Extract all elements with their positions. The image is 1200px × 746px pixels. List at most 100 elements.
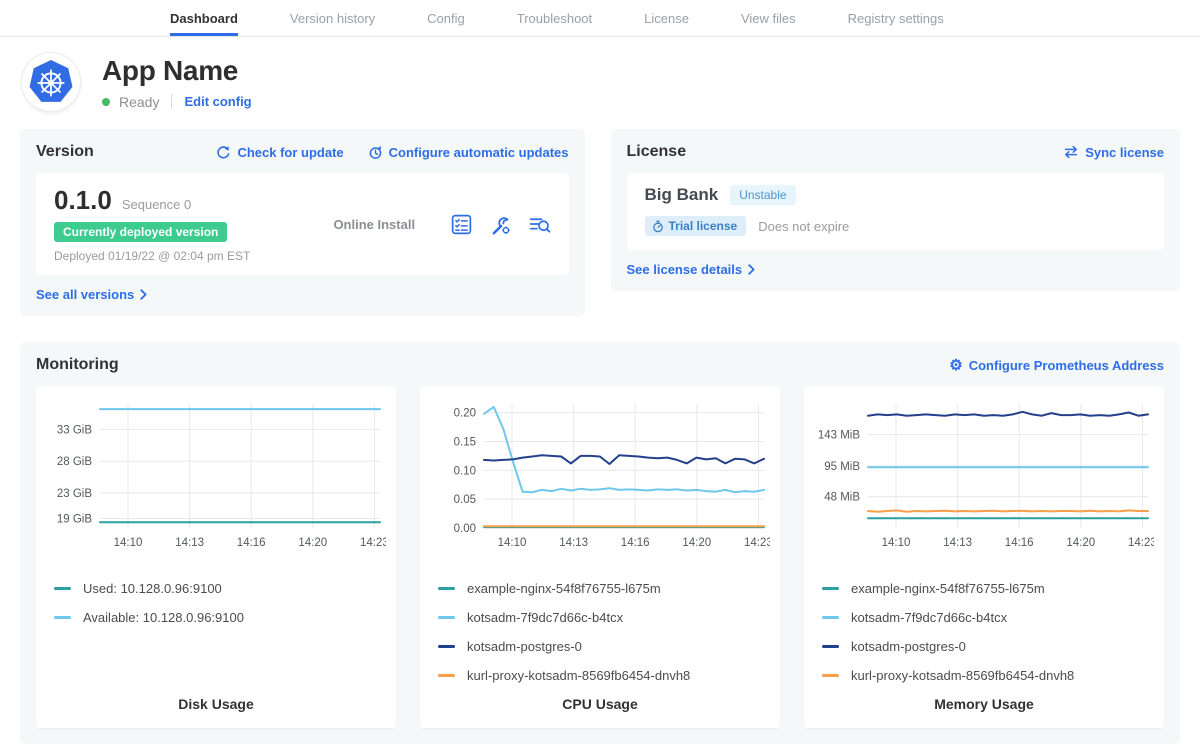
legend-label: example-nginx-54f8f76755-l675m <box>851 581 1045 596</box>
configure-prometheus-button[interactable]: ⚙ Configure Prometheus Address <box>949 358 1164 373</box>
view-logs-icon[interactable] <box>528 213 551 236</box>
chart-plot-memory-usage: 14:1014:1314:1614:2014:23143 MiB95 MiB48… <box>814 396 1154 564</box>
svg-text:14:13: 14:13 <box>559 537 588 549</box>
deployed-badge: Currently deployed version <box>54 222 227 242</box>
preflight-checks-icon[interactable] <box>450 213 473 236</box>
svg-text:0.20: 0.20 <box>454 408 476 420</box>
charts-row: 14:1014:1314:1614:2014:2333 GiB28 GiB23 … <box>36 386 1164 728</box>
sync-icon <box>1063 145 1079 159</box>
tab-config[interactable]: Config <box>427 0 465 36</box>
tab-view-files[interactable]: View files <box>741 0 796 36</box>
svg-text:14:10: 14:10 <box>882 537 911 549</box>
svg-text:14:10: 14:10 <box>114 537 143 549</box>
legend-item: example-nginx-54f8f76755-l675m <box>438 574 770 603</box>
app-header: App Name Ready Edit config <box>0 37 1200 129</box>
chart-panel-memory-usage: 14:1014:1314:1614:2014:23143 MiB95 MiB48… <box>804 386 1164 728</box>
chart-title: CPU Usage <box>430 696 770 718</box>
svg-text:0.05: 0.05 <box>454 494 476 506</box>
config-wrench-icon[interactable] <box>489 213 512 236</box>
legend-item: Used: 10.128.0.96:9100 <box>54 574 386 603</box>
legend-item: example-nginx-54f8f76755-l675m <box>822 574 1154 603</box>
edit-config-link[interactable]: Edit config <box>184 94 251 109</box>
svg-text:14:20: 14:20 <box>1066 537 1095 549</box>
deployed-timestamp: Deployed 01/19/22 @ 02:04 pm EST <box>54 249 299 263</box>
legend-label: kotsadm-7f9dc7d66c-b4tcx <box>467 610 623 625</box>
svg-text:14:20: 14:20 <box>298 537 327 549</box>
chart-plot-cpu-usage: 14:1014:1314:1614:2014:230.200.150.100.0… <box>430 396 770 564</box>
svg-text:0.00: 0.00 <box>454 523 476 535</box>
monitoring-title: Monitoring <box>36 356 119 374</box>
legend-label: kurl-proxy-kotsadm-8569fb6454-dnvh8 <box>851 668 1074 683</box>
legend-item: Available: 10.128.0.96:9100 <box>54 603 386 632</box>
monitoring-card: Monitoring ⚙ Configure Prometheus Addres… <box>20 342 1180 744</box>
page-title: App Name <box>102 55 252 87</box>
legend-label: Used: 10.128.0.96:9100 <box>83 581 222 596</box>
svg-text:14:10: 14:10 <box>498 537 527 549</box>
svg-text:14:13: 14:13 <box>175 537 204 549</box>
check-for-update-label: Check for update <box>237 145 343 160</box>
sync-license-button[interactable]: Sync license <box>1063 145 1164 160</box>
chart-legend: Used: 10.128.0.96:9100 Available: 10.128.… <box>46 564 386 632</box>
license-name: Big Bank <box>645 185 719 205</box>
legend-swatch <box>438 674 455 677</box>
svg-text:14:20: 14:20 <box>682 537 711 549</box>
license-card-title: License <box>627 143 687 161</box>
tab-license[interactable]: License <box>644 0 689 36</box>
status-text: Ready <box>119 94 159 110</box>
chart-panel-disk-usage: 14:1014:1314:1614:2014:2333 GiB28 GiB23 … <box>36 386 396 728</box>
chart-legend: example-nginx-54f8f76755-l675m kotsadm-7f… <box>430 564 770 690</box>
configure-automatic-updates-button[interactable]: Configure automatic updates <box>368 145 569 160</box>
kubernetes-icon <box>28 59 74 105</box>
svg-text:48 MiB: 48 MiB <box>824 492 860 504</box>
legend-item: kurl-proxy-kotsadm-8569fb6454-dnvh8 <box>822 661 1154 690</box>
version-number: 0.1.0 <box>54 185 112 216</box>
legend-swatch <box>822 616 839 619</box>
svg-text:14:23: 14:23 <box>1128 537 1154 549</box>
legend-label: Available: 10.128.0.96:9100 <box>83 610 244 625</box>
see-all-versions-link[interactable]: See all versions <box>36 287 569 302</box>
chart-panel-cpu-usage: 14:1014:1314:1614:2014:230.200.150.100.0… <box>420 386 780 728</box>
schedule-icon <box>368 145 383 160</box>
install-type-label: Online Install <box>299 217 450 232</box>
tab-dashboard[interactable]: Dashboard <box>170 0 238 36</box>
legend-swatch <box>822 645 839 648</box>
svg-text:14:16: 14:16 <box>1005 537 1034 549</box>
app-logo <box>22 53 80 111</box>
svg-text:14:23: 14:23 <box>360 537 386 549</box>
legend-item: kotsadm-postgres-0 <box>822 632 1154 661</box>
sequence-label: Sequence 0 <box>122 197 191 212</box>
svg-text:0.15: 0.15 <box>454 436 476 448</box>
chart-title: Memory Usage <box>814 696 1154 718</box>
tab-version-history[interactable]: Version history <box>290 0 375 36</box>
configure-automatic-updates-label: Configure automatic updates <box>389 145 569 160</box>
check-for-update-button[interactable]: Check for update <box>216 145 343 160</box>
svg-text:23 GiB: 23 GiB <box>57 488 92 500</box>
legend-swatch <box>54 587 71 590</box>
legend-label: kotsadm-postgres-0 <box>467 639 582 654</box>
tab-registry-settings[interactable]: Registry settings <box>848 0 944 36</box>
svg-text:14:13: 14:13 <box>943 537 972 549</box>
svg-text:95 MiB: 95 MiB <box>824 461 860 473</box>
legend-swatch <box>438 645 455 648</box>
chart-legend: example-nginx-54f8f76755-l675m kotsadm-7f… <box>814 564 1154 690</box>
see-license-details-link[interactable]: See license details <box>627 262 1165 277</box>
svg-text:14:16: 14:16 <box>237 537 266 549</box>
license-expiry: Does not expire <box>758 219 849 234</box>
svg-text:14:16: 14:16 <box>621 537 650 549</box>
chevron-right-icon <box>748 264 755 275</box>
gear-icon: ⚙ <box>949 358 962 373</box>
refresh-icon <box>216 145 231 160</box>
trial-license-badge: Trial license <box>645 216 747 236</box>
stopwatch-icon <box>652 220 664 233</box>
license-card: License Sync license Big Bank Unstable <box>611 129 1181 291</box>
channel-badge: Unstable <box>730 185 795 205</box>
legend-item: kotsadm-postgres-0 <box>438 632 770 661</box>
tab-troubleshoot[interactable]: Troubleshoot <box>517 0 592 36</box>
legend-item: kurl-proxy-kotsadm-8569fb6454-dnvh8 <box>438 661 770 690</box>
legend-swatch <box>822 674 839 677</box>
trial-license-label: Trial license <box>669 219 738 233</box>
chart-plot-disk-usage: 14:1014:1314:1614:2014:2333 GiB28 GiB23 … <box>46 396 386 564</box>
legend-label: kotsadm-7f9dc7d66c-b4tcx <box>851 610 1007 625</box>
legend-item: kotsadm-7f9dc7d66c-b4tcx <box>438 603 770 632</box>
status-dot <box>102 98 110 106</box>
